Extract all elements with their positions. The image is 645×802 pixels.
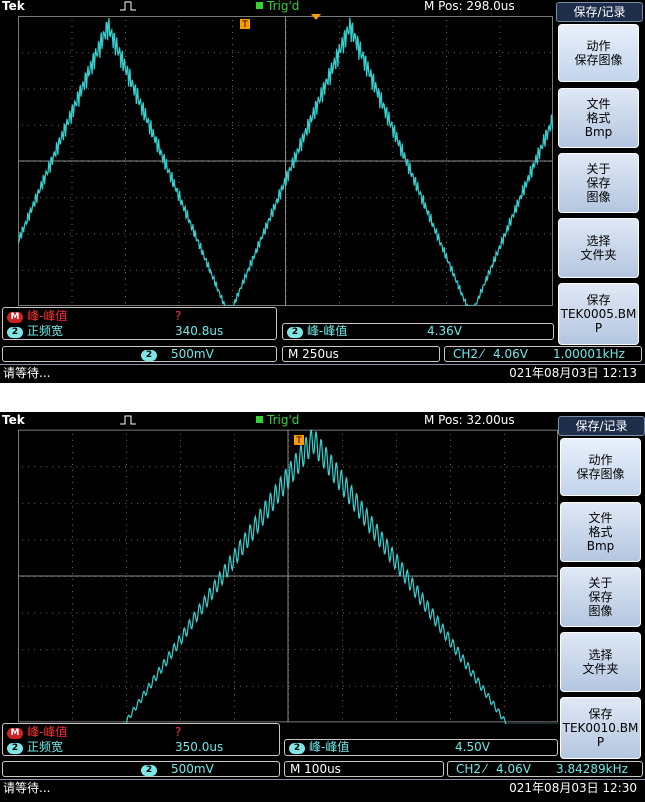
scope-screen-1: Tek Trig'd M Pos: 298.0us T 保存/记录 动作 保存图… [0,0,645,383]
datetime: 021年08月03日 12:13 [509,366,637,380]
measurement-panel: M 峰-峰值 ? 2 正频宽 350.0us [2,723,280,756]
meas-label: 峰-峰值 [307,324,348,338]
timebase-value: M 100us [290,762,341,776]
meas-label: 正频宽 [27,740,64,754]
top-status-bar: Tek Trig'd M Pos: 298.0us [0,0,555,14]
waveform-graticule [18,16,553,306]
m-pos-readout: M Pos: 32.00us [424,413,515,427]
trigger-info-box[interactable]: CH2 ⁄ 4.06V 1.00001kHz [444,346,642,362]
about-save-image-button[interactable]: 关于 保存 图像 [558,153,639,213]
status-message: 请等待... [3,366,51,380]
select-folder-button[interactable]: 选择 文件夹 [560,632,641,692]
action-save-image-button[interactable]: 动作 保存图像 [560,438,641,496]
save-recall-menu: 保存/记录 动作 保存图像 文件 格式 Bmp 关于 保存 图像 选择 文件夹 … [556,2,643,346]
trigger-source: CH2 [453,347,479,361]
status-message: 请等待... [3,781,51,795]
trigger-status: Trig'd [256,413,299,427]
ch2-badge: 2 [287,327,303,338]
brand-logo: Tek [2,0,25,13]
ch2-badge: 2 [141,765,157,776]
measurement-panel-2: 2 峰-峰值 4.50V [284,739,558,756]
trigger-arrow-icon [311,14,321,20]
meas-label: 正频宽 [27,324,64,338]
meas-label: 峰-峰值 [309,740,350,754]
trigger-level: 4.06V [493,347,528,361]
trigger-slope-icon: ⁄ [481,347,484,361]
math-badge: M [7,312,23,323]
svg-text:T: T [295,436,302,446]
menu-title: 保存/记录 [558,416,645,436]
channel-scale-value: 500mV [171,762,214,776]
trigger-status: Trig'd [256,0,299,13]
meas-value: ? [175,725,182,739]
trigger-info-box[interactable]: CH2 ⁄ 4.06V 3.84289kHz [447,761,643,777]
channel-scale-value: 500mV [171,347,214,361]
timebase-box[interactable]: M 100us [284,761,444,777]
svg-text:T: T [241,20,248,30]
trigger-slope-icon: ⁄ [484,762,487,776]
save-file-button[interactable]: 保存 TEK0010.BM P [560,697,641,759]
trigger-frequency: 3.84289kHz [556,762,628,776]
meas-value: 340.8us [175,324,224,338]
trigger-source: CH2 [456,762,482,776]
top-status-bar: Tek Trig'd M Pos: 32.00us [0,413,555,428]
about-save-image-button[interactable]: 关于 保存 图像 [560,567,641,627]
menu-title: 保存/记录 [556,2,643,22]
math-badge: M [7,728,23,739]
timebase-box[interactable]: M 250us [282,346,440,362]
waveform-graticule [18,429,558,724]
select-folder-button[interactable]: 选择 文件夹 [558,218,639,278]
meas-value: ? [175,309,182,323]
status-line: 请等待... 021年08月03日 12:30 [0,779,645,797]
scope-screen-2: Tek Trig'd M Pos: 32.00us T 保存/记录 动作 保存图… [0,412,645,802]
file-format-button[interactable]: 文件 格式 Bmp [558,88,639,148]
trigger-frequency: 1.00001kHz [553,347,625,361]
ch2-badge: 2 [289,743,305,754]
trigger-position-marker: T [294,435,304,446]
status-line: 请等待... 021年08月03日 12:13 [0,364,645,382]
brand-logo: Tek [2,413,25,427]
pulse-icon [120,415,136,425]
channel-scale-box[interactable]: 2 500mV [2,346,277,362]
pulse-icon [120,1,136,11]
channel-scale-box[interactable]: 2 500mV [2,761,280,777]
meas-value: 4.36V [427,324,462,338]
m-pos-readout: M Pos: 298.0us [424,0,515,13]
save-file-button[interactable]: 保存 TEK0005.BM P [558,283,639,345]
ch2-badge: 2 [7,327,23,338]
measurement-panel-2: 2 峰-峰值 4.36V [282,323,554,340]
timebase-value: M 250us [288,347,339,361]
action-save-image-button[interactable]: 动作 保存图像 [558,24,639,82]
meas-value: 350.0us [175,740,224,754]
file-format-button[interactable]: 文件 格式 Bmp [560,502,641,562]
meas-label: 峰-峰值 [27,309,68,323]
meas-label: 峰-峰值 [27,725,68,739]
ch2-badge: 2 [7,743,23,754]
measurement-panel: M 峰-峰值 ? 2 正频宽 340.8us [2,307,277,340]
trigger-level: 4.06V [496,762,531,776]
save-recall-menu: 保存/记录 动作 保存图像 文件 格式 Bmp 关于 保存 图像 选择 文件夹 … [558,416,645,760]
ch2-badge: 2 [141,350,157,361]
trigger-position-marker: T [240,19,250,30]
datetime: 021年08月03日 12:30 [509,781,637,795]
meas-value: 4.50V [455,740,490,754]
